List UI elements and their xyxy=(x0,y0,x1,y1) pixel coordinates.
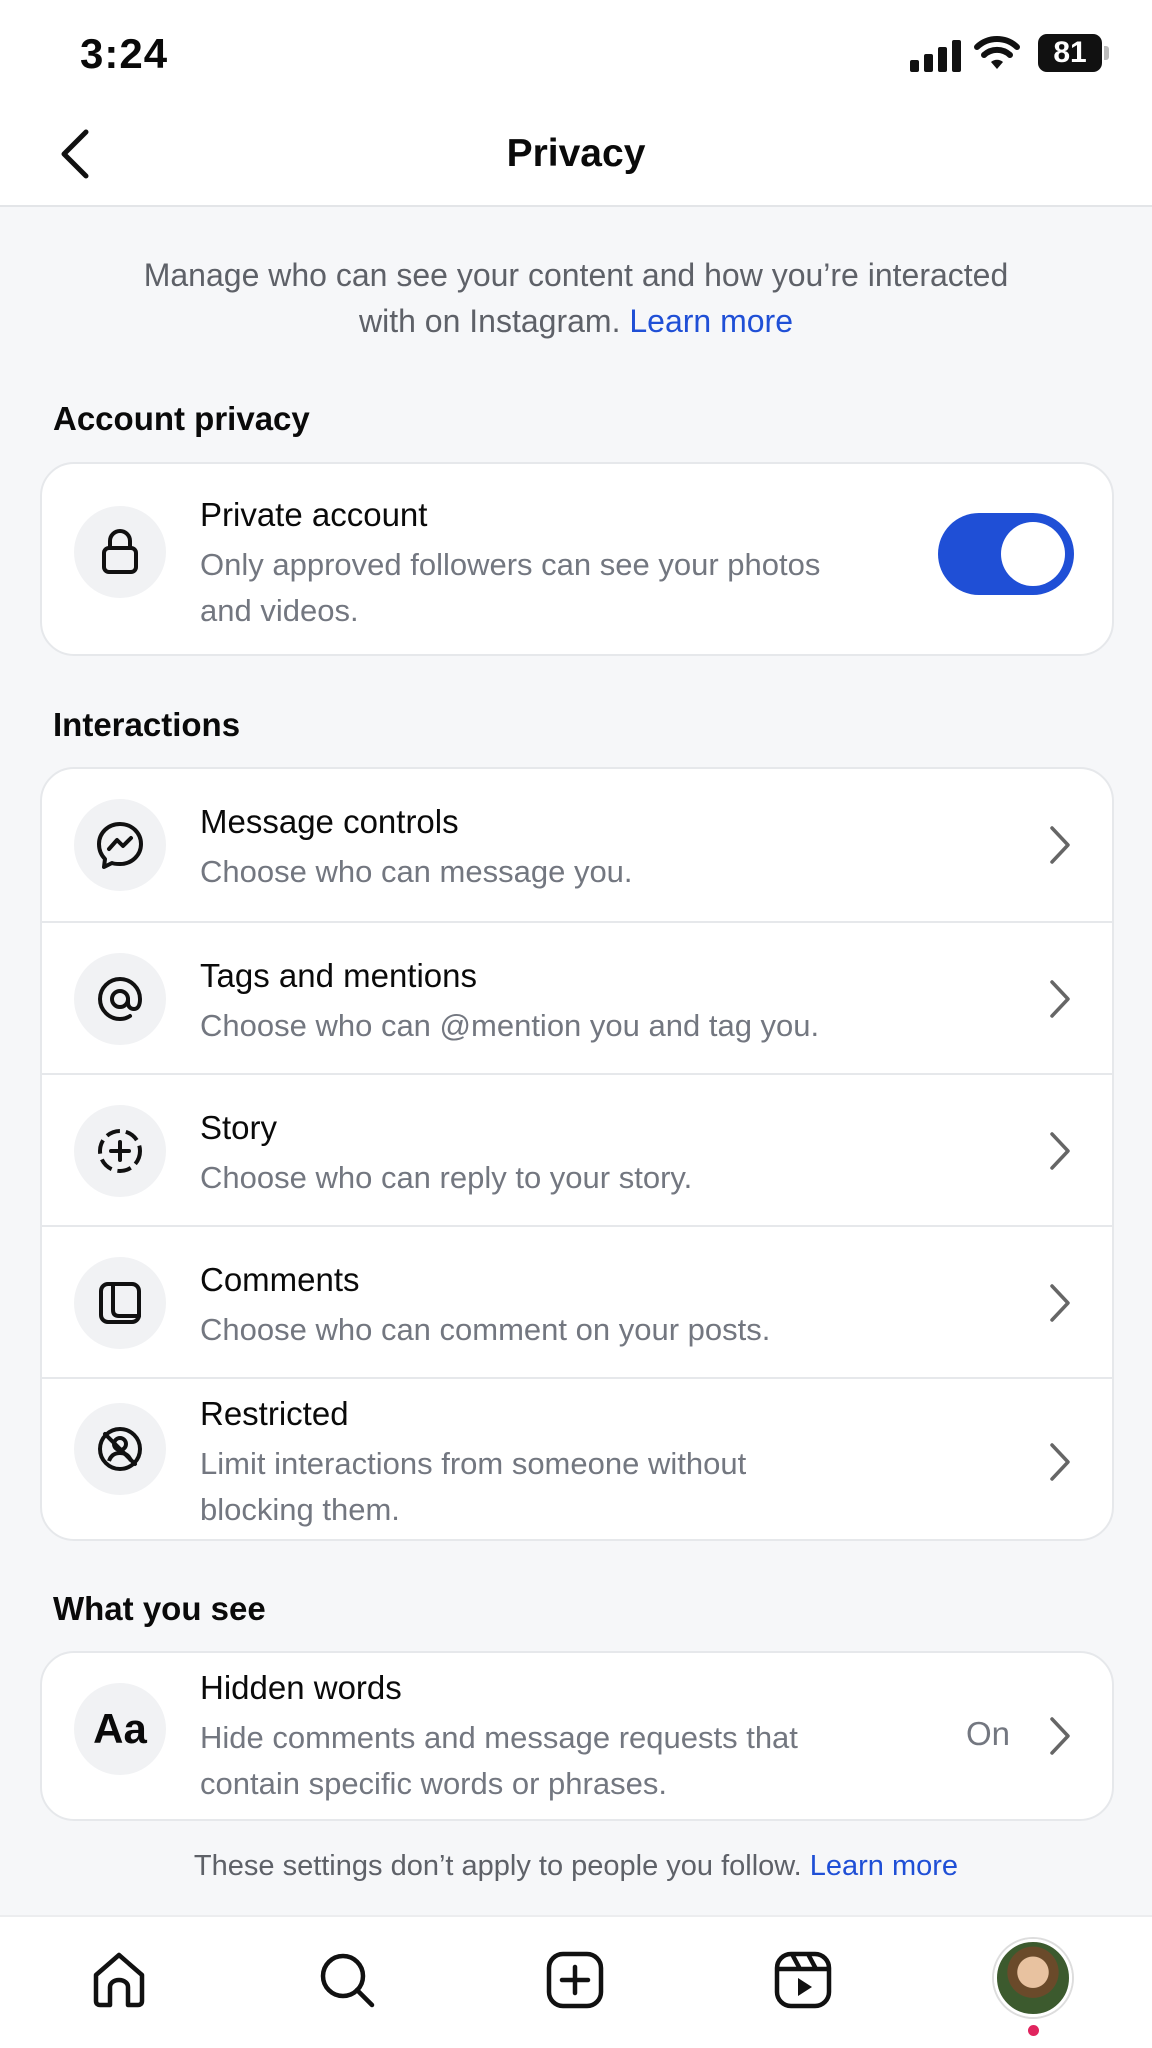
battery-level: 81 xyxy=(1053,36,1087,69)
lock-icon xyxy=(102,529,138,574)
hidden-words-status: On xyxy=(965,1715,1010,1752)
bottom-navigation xyxy=(0,1915,1152,2048)
hidden-words-row[interactable]: Aa Hidden words Hide comments and messag… xyxy=(42,1653,1112,1819)
nav-search[interactable] xyxy=(314,1947,380,2013)
private-account-toggle[interactable] xyxy=(938,513,1074,595)
nav-home[interactable] xyxy=(86,1947,152,2013)
story-title: Story xyxy=(200,1109,278,1146)
comment-icon xyxy=(99,1282,141,1324)
restricted-icon-circle xyxy=(74,1403,166,1495)
footer-learn-more-link[interactable]: Learn more xyxy=(810,1850,958,1882)
profile-avatar[interactable] xyxy=(994,1939,1072,2017)
restricted-subtitle: Limit interactions from someone without … xyxy=(200,1446,747,1527)
at-sign-icon xyxy=(97,976,143,1022)
cellular-signal-icon xyxy=(910,40,961,72)
messenger-icon xyxy=(97,822,143,869)
privacy-settings-screen: 3:24 81 Privacy Manage who can see your … xyxy=(0,0,1152,2048)
section-title-what-you-see: What you see xyxy=(53,1590,266,1627)
chevron-right-icon xyxy=(1050,1132,1070,1170)
chevron-right-icon xyxy=(1050,1284,1070,1322)
footer-text: These settings don’t apply to people you… xyxy=(193,1850,802,1882)
interactions-card: Message controls Choose who can message … xyxy=(40,767,1114,1541)
hidden-words-subtitle: Hide comments and message requests that … xyxy=(200,1720,798,1801)
section-title-account-privacy: Account privacy xyxy=(53,400,310,437)
tags-mentions-subtitle: Choose who can @mention you and tag you. xyxy=(200,1008,820,1043)
tags-mentions-row[interactable]: Tags and mentions Choose who can @mentio… xyxy=(42,921,1112,1073)
story-add-icon-circle xyxy=(74,1105,166,1197)
page-title: Privacy xyxy=(506,132,646,175)
chevron-right-icon xyxy=(1050,980,1070,1018)
private-account-title: Private account xyxy=(200,496,428,533)
top-bar: 3:24 81 Privacy xyxy=(0,0,1152,207)
text-aa-icon: Aa xyxy=(74,1683,166,1775)
lock-icon-circle xyxy=(74,506,166,598)
message-controls-row[interactable]: Message controls Choose who can message … xyxy=(42,769,1112,921)
private-account-row: Private account Only approved followers … xyxy=(42,464,1112,654)
restricted-title: Restricted xyxy=(200,1395,349,1432)
battery-indicator: 81 xyxy=(1038,34,1102,72)
chevron-right-icon xyxy=(1050,826,1070,864)
private-account-subtitle: Only approved followers can see your pho… xyxy=(200,547,821,628)
restricted-row[interactable]: Restricted Limit interactions from someo… xyxy=(42,1377,1112,1539)
footer-note: These settings don’t apply to people you… xyxy=(0,1850,1152,1883)
what-you-see-card: Aa Hidden words Hide comments and messag… xyxy=(40,1651,1114,1821)
story-add-icon xyxy=(98,1129,142,1173)
wifi-icon xyxy=(974,36,1020,69)
comments-row[interactable]: Comments Choose who can comment on your … xyxy=(42,1225,1112,1377)
chevron-right-icon xyxy=(1050,1443,1070,1481)
message-controls-subtitle: Choose who can message you. xyxy=(200,854,633,889)
story-subtitle: Choose who can reply to your story. xyxy=(200,1160,693,1195)
status-time: 3:24 xyxy=(80,30,169,77)
intro-learn-more-link[interactable]: Learn more xyxy=(629,303,793,339)
at-sign-icon-circle xyxy=(74,953,166,1045)
search-icon xyxy=(320,1953,375,2008)
intro-text: Manage who can see your content and how … xyxy=(120,252,1032,344)
comment-icon-circle xyxy=(74,1257,166,1349)
story-row[interactable]: Story Choose who can reply to your story… xyxy=(42,1073,1112,1225)
hidden-words-title: Hidden words xyxy=(200,1669,402,1706)
nav-create[interactable] xyxy=(542,1947,608,2013)
battery-tip xyxy=(1104,46,1109,60)
nav-reels[interactable] xyxy=(770,1947,836,2013)
comments-title: Comments xyxy=(200,1261,360,1298)
restricted-icon xyxy=(98,1427,142,1471)
message-controls-title: Message controls xyxy=(200,803,459,840)
section-title-interactions: Interactions xyxy=(53,706,241,743)
reels-icon xyxy=(774,1951,832,2009)
toggle-knob xyxy=(1001,522,1065,586)
messenger-icon-circle xyxy=(74,799,166,891)
create-icon xyxy=(546,1951,604,2009)
intro-description: Manage who can see your content and how … xyxy=(143,257,1009,339)
account-privacy-card: Private account Only approved followers … xyxy=(40,462,1114,656)
notification-dot xyxy=(1028,2025,1039,2036)
home-icon xyxy=(93,1952,145,2008)
chevron-right-icon xyxy=(1050,1717,1070,1755)
comments-subtitle: Choose who can comment on your posts. xyxy=(200,1312,771,1347)
tags-mentions-title: Tags and mentions xyxy=(200,957,478,994)
